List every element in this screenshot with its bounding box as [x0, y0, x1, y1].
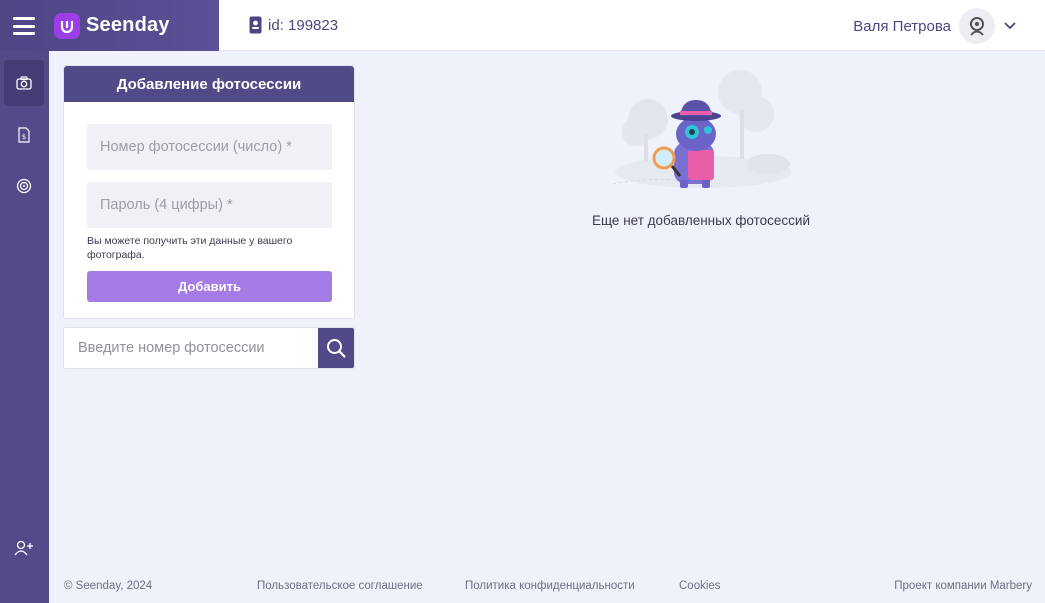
add-user-icon	[14, 540, 33, 556]
footer-link-privacy[interactable]: Политика конфиденциальности	[465, 580, 635, 592]
user-menu[interactable]: Валя Петрова	[853, 8, 1019, 44]
footer-copyright: © Seenday, 2024	[64, 580, 153, 592]
sidebar-item-add-user[interactable]	[4, 525, 44, 571]
add-button[interactable]: Добавить	[87, 271, 332, 302]
sidebar: $	[0, 51, 49, 603]
robot-avatar-icon	[970, 17, 984, 36]
search-button[interactable]	[318, 328, 354, 368]
document-dollar-icon: $	[18, 127, 30, 143]
search-input[interactable]	[64, 328, 318, 368]
card-title: Добавление фотосессии	[64, 66, 354, 102]
id-badge-icon	[249, 16, 262, 34]
detective-robot-illustration	[612, 70, 791, 188]
add-photosession-card: Добавление фотосессии Вы можете получить…	[63, 65, 355, 319]
logo-icon[interactable]	[54, 13, 80, 39]
sidebar-item-target[interactable]	[4, 163, 44, 209]
user-id-text: id: 199823	[268, 16, 339, 34]
search-icon	[327, 339, 346, 358]
password-input[interactable]	[87, 182, 332, 228]
session-number-input[interactable]	[87, 124, 332, 170]
user-name[interactable]: Валя Петрова	[853, 18, 951, 35]
avatar[interactable]	[959, 8, 995, 44]
footer-link-terms[interactable]: Пользовательское соглашение	[257, 580, 423, 592]
sidebar-item-photosessions[interactable]	[4, 60, 44, 106]
search-bar	[63, 327, 355, 369]
top-header: Seenday id: 199823 Валя Петрова	[0, 0, 1045, 51]
brand-bar: Seenday	[0, 0, 219, 51]
user-id-display: id: 199823	[249, 16, 338, 34]
chevron-down-icon[interactable]	[1001, 17, 1019, 35]
footer-link-cookies[interactable]: Cookies	[679, 580, 721, 592]
brand-name[interactable]: Seenday	[86, 14, 170, 37]
target-icon	[16, 178, 32, 194]
footer-project-note: Проект компании Marbery	[894, 580, 1032, 592]
hint-text: Вы можете получить эти данные у вашего ф…	[87, 235, 293, 261]
camera-icon	[16, 76, 32, 90]
sidebar-item-payments[interactable]: $	[4, 112, 44, 158]
menu-icon[interactable]	[13, 17, 35, 35]
empty-state-text: Еще нет добавленных фотосессий	[591, 213, 811, 228]
svg-text:$: $	[22, 133, 26, 141]
